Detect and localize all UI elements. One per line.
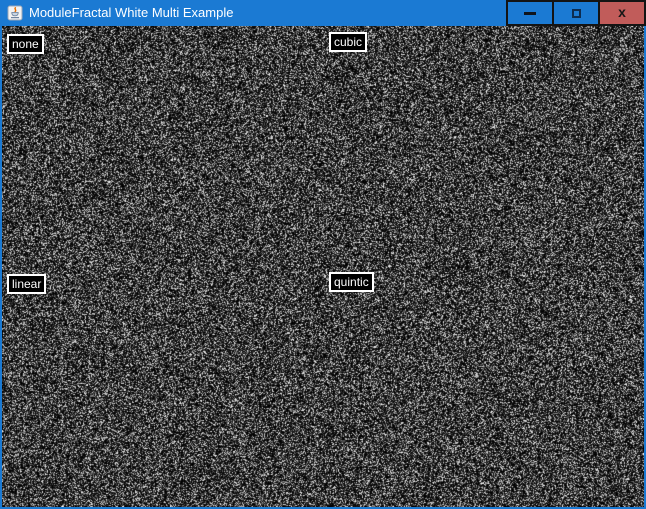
window-title: ModuleFractal White Multi Example [29, 0, 233, 26]
noise-label-cubic: cubic [329, 32, 367, 52]
minimize-icon [524, 12, 536, 15]
noise-label-linear: linear [7, 274, 46, 294]
noise-label-none: none [7, 34, 44, 54]
close-button[interactable]: x [598, 0, 646, 26]
maximize-button[interactable] [552, 0, 600, 26]
maximize-icon [572, 9, 581, 18]
app-window: ModuleFractal White Multi Example x none… [0, 0, 646, 509]
noise-viewport: none cubic linear quintic [2, 26, 644, 507]
window-controls: x [508, 0, 646, 26]
titlebar[interactable]: ModuleFractal White Multi Example x [0, 0, 646, 26]
noise-label-quintic: quintic [329, 272, 374, 292]
noise-canvas [2, 26, 644, 507]
close-icon: x [618, 5, 626, 19]
minimize-button[interactable] [506, 0, 554, 26]
java-app-icon [7, 5, 23, 21]
